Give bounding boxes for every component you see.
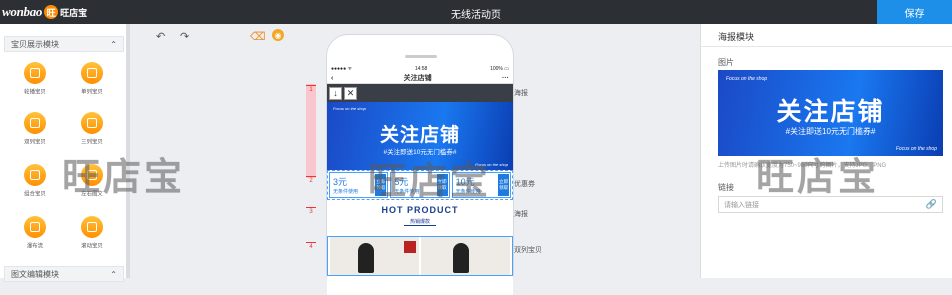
- module-label: 单列宝贝: [81, 90, 103, 96]
- ruler-line: [306, 242, 316, 243]
- scroll-icon: [81, 216, 103, 238]
- panel-title: 海报模块: [718, 32, 755, 42]
- module-label-poster: 海报: [514, 90, 528, 97]
- redo-icon[interactable]: ↷: [180, 30, 189, 43]
- ruler-line: [306, 176, 316, 177]
- save-button[interactable]: 保存: [877, 0, 952, 24]
- layers-icon: [24, 164, 46, 186]
- coupon-item[interactable]: 3元 无条件使用 立即领取: [329, 172, 389, 198]
- waterfall-icon: [24, 216, 46, 238]
- phone-preview: ●●●●● ᯤ 14:58 100% ▭ ‹ 关注店铺 ··· ↓ ✕ Focu…: [326, 34, 514, 295]
- link-icon[interactable]: 🔗: [926, 199, 937, 210]
- more-icon[interactable]: ···: [502, 75, 509, 82]
- module-label-coupon: 优惠券: [514, 181, 535, 188]
- double-column-products[interactable]: [327, 236, 513, 276]
- top-bar: wonbao 旺 旺店宝 无线活动页 保存: [0, 0, 952, 24]
- coupon-get-button[interactable]: 立即领取: [375, 174, 387, 196]
- coupon-get-button[interactable]: 立即领取: [497, 174, 509, 196]
- module-left-right[interactable]: 左右图文: [72, 164, 112, 198]
- banner-small-text: Focus on the shop: [895, 146, 937, 152]
- link-placeholder: 请输入链接: [724, 201, 759, 209]
- module-label: 滚动宝贝: [81, 244, 103, 250]
- image-icon: [24, 62, 46, 84]
- delete-icon[interactable]: ✕: [344, 86, 357, 100]
- ruler-mark: 2: [309, 178, 313, 184]
- phone-screen: ●●●●● ᯤ 14:58 100% ▭ ‹ 关注店铺 ··· ↓ ✕ Focu…: [327, 65, 513, 295]
- module-label: 轮播宝贝: [24, 90, 46, 96]
- grid-icon: [24, 112, 46, 134]
- banner-small-text: Focus on the shop: [475, 162, 508, 167]
- product-image[interactable]: [421, 237, 510, 275]
- nav-bar: ‹ 关注店铺 ···: [327, 73, 513, 84]
- group-header-text[interactable]: 图文编辑模块 ⌃: [4, 266, 124, 282]
- hot-subtitle: 热销爆款: [403, 218, 436, 226]
- status-bar: ●●●●● ᯤ 14:58 100% ▭: [327, 65, 513, 73]
- chevron-up-icon: ⌃: [110, 269, 117, 279]
- preview-eye-icon[interactable]: ◉: [272, 29, 284, 41]
- module-triple-column[interactable]: 三列宝贝: [72, 112, 112, 146]
- image-label: 图片: [718, 58, 734, 67]
- ruler-highlight: [306, 84, 316, 178]
- clear-icon[interactable]: ⌫: [250, 30, 266, 43]
- module-single-column[interactable]: 单列宝贝: [72, 62, 112, 96]
- hot-product-poster[interactable]: HOT PRODUCT 热销爆款: [327, 200, 513, 236]
- list-icon: [81, 62, 103, 84]
- banner-title: 关注店铺: [776, 98, 885, 126]
- banner-small-text: Focus on the shop: [726, 76, 768, 82]
- product-image[interactable]: [330, 237, 419, 275]
- module-edit-bar: ↓ ✕: [327, 84, 513, 102]
- divider: [701, 46, 952, 47]
- page-title: 无线活动页: [451, 10, 501, 21]
- banner-small-text: Focus on the shop: [333, 106, 366, 111]
- module-combo[interactable]: 组合宝贝: [15, 164, 55, 198]
- coupon-item[interactable]: 10元 无条件使用 立即领取: [451, 172, 511, 198]
- undo-icon[interactable]: ↶: [156, 30, 165, 43]
- module-label: 瀑布流: [26, 244, 44, 250]
- ruler-mark: 3: [309, 209, 313, 215]
- dots-grid-icon: [81, 112, 103, 134]
- module-label-poster: 海报: [514, 211, 528, 218]
- module-label: 双列宝贝: [24, 140, 46, 146]
- poster-banner[interactable]: Focus on the shop 关注店铺 #关注即送10元无门槛券# Foc…: [327, 102, 513, 170]
- canvas-area: ↶ ↷ ⌫ ◉ 1 2 3 4 ●●●●● ᯤ 14:58 100% ▭ ‹ 关…: [134, 24, 700, 295]
- phone-speaker: [405, 55, 437, 58]
- nav-title: 关注店铺: [403, 75, 432, 82]
- banner-subtitle: #关注即送10元无门槛券#: [785, 127, 876, 136]
- move-down-icon[interactable]: ↓: [329, 86, 342, 100]
- module-carousel[interactable]: 轮播宝贝: [15, 62, 55, 96]
- module-double-column[interactable]: 双列宝贝: [15, 112, 55, 146]
- coupon-get-button[interactable]: 立即领取: [436, 174, 448, 196]
- split-icon: [81, 164, 103, 186]
- hot-title: HOT PRODUCT: [381, 205, 459, 215]
- battery-icon: 100% ▭: [490, 66, 509, 72]
- coupon-module[interactable]: 3元 无条件使用 立即领取 5元 无条件使用 立即领取 10元 无条件使用 立即…: [327, 170, 513, 200]
- banner-subtitle: #关注即送10元无门槛券#: [383, 149, 457, 156]
- link-label: 链接: [718, 183, 734, 192]
- properties-panel: 海报模块 图片 Focus on the shop 关注店铺 #关注即送10元无…: [700, 24, 952, 278]
- ruler-mark: 1: [309, 87, 313, 93]
- module-label: 三列宝贝: [81, 140, 103, 146]
- back-icon[interactable]: ‹: [331, 75, 333, 82]
- ruler-line: [306, 207, 316, 208]
- coupon-item[interactable]: 5元 无条件使用 立即领取: [390, 172, 450, 198]
- signal-icon: ●●●●● ᯤ: [331, 66, 353, 72]
- banner-title: 关注店铺: [379, 125, 460, 146]
- module-label-double-column: 双列宝贝: [514, 247, 542, 254]
- module-panel: 宝贝展示模块 ⌃ 轮播宝贝 单列宝贝 双列宝贝 三列宝贝 组合宝贝 左右图文 瀑…: [0, 24, 130, 282]
- module-label: 组合宝贝: [24, 192, 46, 198]
- ruler-mark: 4: [309, 244, 313, 250]
- ruler-line: [306, 85, 316, 86]
- module-label: 左右图文: [81, 192, 103, 198]
- chevron-up-icon: ⌃: [110, 39, 117, 49]
- module-scroll[interactable]: 滚动宝贝: [72, 216, 112, 250]
- status-time: 14:58: [414, 66, 428, 72]
- group-header-product[interactable]: 宝贝展示模块 ⌃: [4, 36, 124, 52]
- module-waterfall[interactable]: 瀑布流: [15, 216, 55, 250]
- image-upload-preview[interactable]: Focus on the shop 关注店铺 #关注即送10元无门槛券# Foc…: [718, 70, 943, 156]
- upload-hint: 上传图片时请确认宽度为750~960尺寸的图片，支持JPG、PNG: [718, 163, 887, 169]
- link-input[interactable]: 请输入链接 🔗: [718, 196, 943, 213]
- group-title: 宝贝展示模块: [11, 39, 59, 49]
